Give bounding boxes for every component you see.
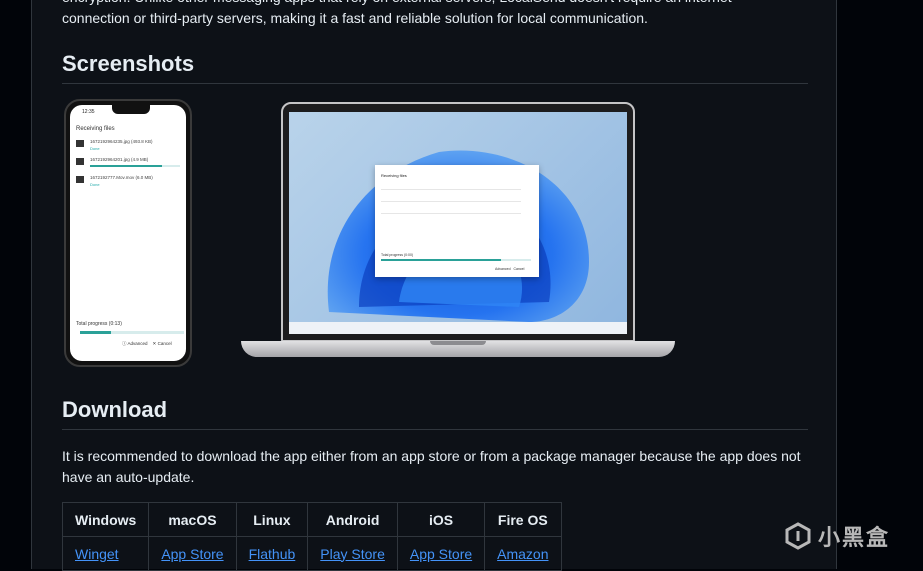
watermark-text: 小黑盒 — [818, 525, 891, 550]
table-cell: Amazon — [484, 536, 562, 571]
table-header: Fire OS — [484, 502, 562, 537]
phone-file-item: 1672192964235.jpg (493.8 KB) Done — [76, 139, 186, 159]
table-cell: App Store — [148, 536, 237, 571]
phone-file-item: 1672192777.Mov.mov (6.0 MB) Done — [76, 175, 186, 195]
laptop-screen: Receiving files Total progress (0:00) Ad… — [289, 112, 627, 334]
download-paragraph: It is recommended to download the app ei… — [62, 448, 801, 485]
table-header: macOS — [148, 502, 237, 537]
table-header-row: Windows macOS Linux Android iOS Fire OS — [61, 502, 562, 537]
laptop-receiving-title: Receiving files — [381, 173, 407, 178]
phone-receiving-title: Receiving files — [76, 126, 115, 132]
phone-screen: 12:35 Receiving files 1672192964235.jpg … — [70, 105, 186, 361]
image-file-icon — [76, 140, 84, 147]
laptop-base — [241, 341, 675, 357]
ios-app-store-link[interactable]: App Store — [410, 546, 472, 562]
phone-total-progress-bar — [80, 331, 184, 334]
phone-time: 12:35 — [82, 109, 95, 115]
intro-line-1: encryption. Unlike other messaging apps … — [62, 0, 812, 8]
table-cell: Winget — [61, 536, 150, 571]
laptop-actions: Advanced Cancel — [495, 267, 524, 271]
flathub-link[interactable]: Flathub — [249, 546, 296, 562]
download-table: Windows macOS Linux Android iOS Fire OS … — [61, 502, 562, 571]
phone-notch — [112, 105, 150, 114]
phone-file-name: 1672192964201.jpg (4.9 MB) — [90, 157, 149, 162]
laptop-screenshot: Receiving files Total progress (0:00) Ad… — [281, 102, 635, 342]
laptop-advanced-label: Advanced — [495, 267, 511, 271]
phone-file-item: 1672192964201.jpg (4.9 MB) — [76, 157, 186, 177]
phone-cancel-label: Cancel — [157, 341, 172, 346]
watermark: 小黑盒 — [784, 520, 904, 554]
table-header: Windows — [61, 502, 150, 537]
phone-file-name: 1672192964235.jpg (493.8 KB) — [90, 139, 153, 144]
phone-advanced-label: Advanced — [127, 341, 148, 346]
laptop-file-row — [381, 201, 521, 202]
windows-taskbar — [289, 322, 627, 334]
phone-screenshot: 12:35 Receiving files 1672192964235.jpg … — [64, 99, 192, 367]
laptop-total-progress-bar — [381, 259, 531, 261]
close-icon: ✕ — [152, 341, 157, 346]
table-cell: App Store — [396, 536, 486, 571]
winget-link[interactable]: Winget — [75, 546, 119, 562]
intro-line-2: connection or third-party servers, makin… — [62, 10, 648, 26]
phone-actions: ⓘ Advanced ✕ Cancel — [122, 341, 172, 347]
receive-dialog: Receiving files Total progress (0:00) Ad… — [375, 165, 539, 277]
readme-panel: encryption. Unlike other messaging apps … — [31, 0, 837, 571]
table-header: Android — [307, 502, 398, 537]
table-cell: Flathub — [235, 536, 309, 571]
amazon-link[interactable]: Amazon — [497, 546, 548, 562]
table-cell: Play Store — [307, 536, 398, 571]
intro-paragraph: encryption. Unlike other messaging apps … — [62, 0, 812, 29]
phone-file-progress — [90, 165, 180, 167]
download-heading: Download — [62, 397, 808, 430]
table-header: Linux — [235, 502, 309, 537]
phone-file-name: 1672192777.Mov.mov (6.0 MB) — [90, 175, 153, 180]
table-header: iOS — [396, 502, 486, 537]
screenshots-heading: Screenshots — [62, 51, 808, 84]
laptop-total-label: Total progress (0:00) — [381, 253, 414, 257]
macos-app-store-link[interactable]: App Store — [161, 546, 223, 562]
info-icon: ⓘ — [122, 341, 127, 346]
video-file-icon — [76, 176, 84, 183]
phone-file-status: Done — [90, 182, 100, 187]
play-store-link[interactable]: Play Store — [320, 546, 385, 562]
image-file-icon — [76, 158, 84, 165]
xiaoheihe-logo-icon — [785, 522, 811, 550]
laptop-file-row — [381, 189, 521, 190]
phone-total-progress-label: Total progress (0:13) — [76, 321, 122, 327]
laptop-notch — [430, 341, 486, 345]
phone-file-status: Done — [90, 146, 100, 151]
table-row: Winget App Store Flathub Play Store App … — [61, 536, 562, 571]
laptop-file-row — [381, 213, 521, 214]
laptop-cancel-label: Cancel — [513, 267, 525, 271]
